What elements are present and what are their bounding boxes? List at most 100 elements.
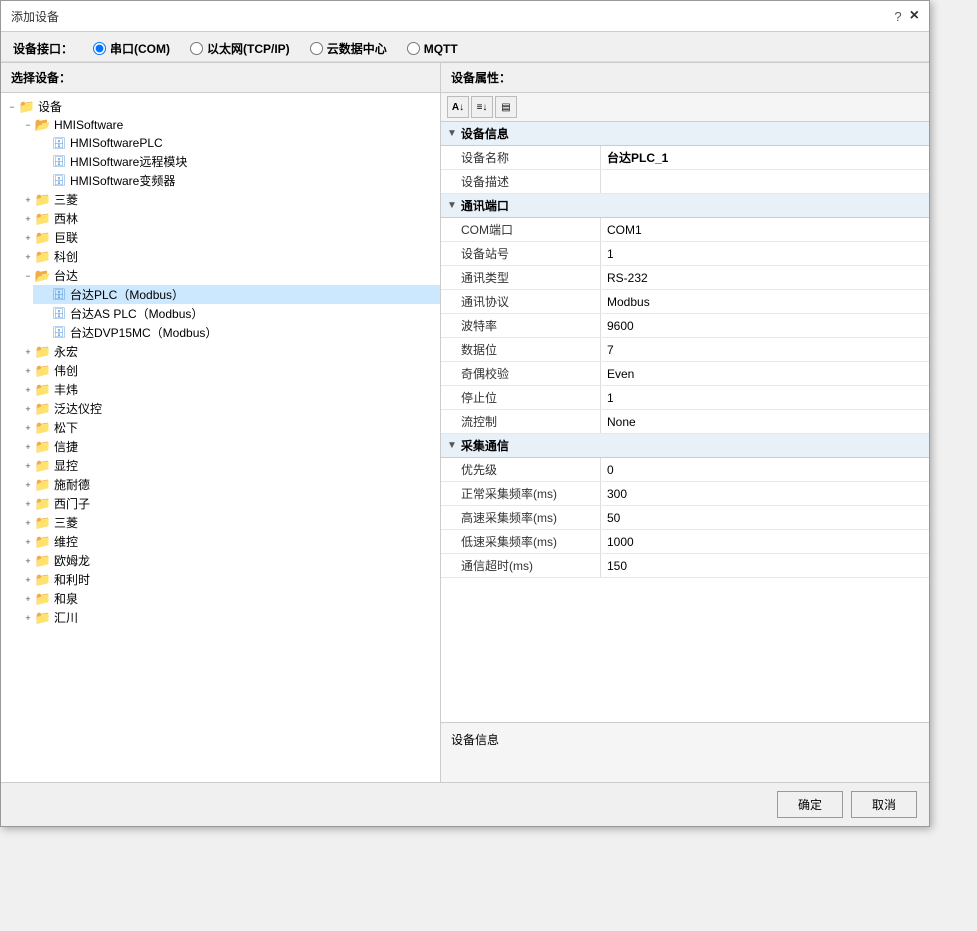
tree-label-yonghong: 永宏 [54, 343, 78, 360]
left-panel: 选择设备： − 📁 设备 − 📂 [1, 63, 441, 782]
radio-cloud[interactable]: 云数据中心 [310, 40, 387, 57]
tree-row-hmiinverter[interactable]: 🗄 HMISoftware变频器 [33, 171, 440, 190]
tree-row-taidadvp[interactable]: 🗄 台达DVP15MC（Modbus） [33, 323, 440, 342]
prop-value-normal-freq[interactable]: 300 [601, 482, 929, 505]
tree-label-hmiinverter: HMISoftware变频器 [70, 172, 175, 189]
radio-tcp[interactable]: 以太网(TCP/IP) [190, 40, 290, 57]
expander-taidaas [37, 307, 51, 321]
section-header-device-info[interactable]: ▼ 设备信息 [441, 122, 929, 146]
tree-row-julian[interactable]: + 📁 巨联 [17, 228, 440, 247]
properties-btn[interactable]: ▤ [495, 96, 517, 118]
tree-row-huchuan[interactable]: + 📁 汇川 [17, 608, 440, 627]
section-title-device-info: 设备信息 [461, 125, 509, 142]
tree-row-songxia[interactable]: + 📁 松下 [17, 418, 440, 437]
prop-value-device-desc[interactable] [601, 170, 929, 193]
radio-mqtt[interactable]: MQTT [407, 42, 458, 56]
prop-row-com-port: COM端口 COM1 [441, 218, 929, 242]
prop-value-parity[interactable]: Even [601, 362, 929, 385]
expander-hmiremote [37, 155, 51, 169]
tree-row-oulonglong[interactable]: + 📁 欧姆龙 [17, 551, 440, 570]
prop-value-comm-timeout[interactable]: 150 [601, 554, 929, 577]
tree-row-hmiplc[interactable]: 🗄 HMISoftwarePLC [33, 134, 440, 152]
prop-value-high-freq[interactable]: 50 [601, 506, 929, 529]
device-tree[interactable]: − 📁 设备 − 📂 HMISoftware [1, 93, 440, 782]
prop-value-baud-rate[interactable]: 9600 [601, 314, 929, 337]
help-button[interactable]: ? [894, 9, 901, 24]
tree-row-xilin[interactable]: + 📁 西林 [17, 209, 440, 228]
radio-tcp-label: 以太网(TCP/IP) [207, 40, 290, 57]
prop-value-stop-bits[interactable]: 1 [601, 386, 929, 409]
prop-row-data-bits: 数据位 7 [441, 338, 929, 362]
tree-row-helishi[interactable]: + 📁 和利时 [17, 570, 440, 589]
folder-icon-helishi: 📁 [35, 572, 51, 588]
tree-row-xiankong[interactable]: + 📁 显控 [17, 456, 440, 475]
prop-value-flow-control[interactable]: None [601, 410, 929, 433]
tree-row-weichuang[interactable]: + 📁 伟创 [17, 361, 440, 380]
properties-icon: ▤ [501, 102, 510, 113]
sort-alpha-btn[interactable]: A↓ [447, 96, 469, 118]
prop-value-data-bits[interactable]: 7 [601, 338, 929, 361]
prop-row-device-name: 设备名称 台达PLC_1 [441, 146, 929, 170]
prop-value-comm-protocol[interactable]: Modbus [601, 290, 929, 313]
tree-row-xinjie[interactable]: + 📁 信捷 [17, 437, 440, 456]
tree-row-hmiremote[interactable]: 🗄 HMISoftware远程模块 [33, 152, 440, 171]
folder-icon-root: 📁 [19, 99, 35, 115]
prop-value-device-name[interactable]: 台达PLC_1 [601, 146, 929, 169]
prop-key-comm-protocol: 通讯协议 [441, 290, 601, 313]
tree-row-taidaplc[interactable]: 🗄 台达PLC（Modbus） [33, 285, 440, 304]
tree-children-taida: 🗄 台达PLC（Modbus） 🗄 台达AS PLC（Modbus） [17, 285, 440, 342]
tree-row-taida[interactable]: − 📂 台达 [17, 266, 440, 285]
cancel-button[interactable]: 取消 [851, 791, 917, 818]
tree-label-hmiremote: HMISoftware远程模块 [70, 153, 187, 170]
tree-row-kechuang[interactable]: + 📁 科创 [17, 247, 440, 266]
tree-row-fengwei[interactable]: + 📁 丰炜 [17, 380, 440, 399]
collapse-icon-collect-comm: ▼ [447, 440, 457, 451]
tree-row-sanling[interactable]: + 📁 三菱 [17, 513, 440, 532]
prop-key-device-desc: 设备描述 [441, 170, 601, 193]
prop-key-parity: 奇偶校验 [441, 362, 601, 385]
device-icon-hmiremote: 🗄 [51, 154, 67, 170]
radio-com[interactable]: 串口(COM) [93, 40, 170, 57]
interface-label: 设备接口： [13, 40, 73, 57]
device-interface-bar: 设备接口： 串口(COM) 以太网(TCP/IP) 云数据中心 MQTT [1, 32, 929, 62]
tree-row-taidaas[interactable]: 🗄 台达AS PLC（Modbus） [33, 304, 440, 323]
section-title-comm-port: 通讯端口 [461, 197, 509, 214]
tree-row-hmisoftware[interactable]: − 📂 HMISoftware [17, 116, 440, 134]
close-button[interactable]: × [910, 7, 919, 25]
tree-label-xiankong: 显控 [54, 457, 78, 474]
props-table[interactable]: ▼ 设备信息 设备名称 台达PLC_1 设备描述 ▼ 通讯端口 COM端口 [441, 122, 929, 722]
props-header: 设备属性： [441, 63, 929, 93]
tree-row-ximensi[interactable]: + 📁 西门子 [17, 494, 440, 513]
prop-row-device-desc: 设备描述 [441, 170, 929, 194]
section-header-comm-port[interactable]: ▼ 通讯端口 [441, 194, 929, 218]
expander-weikong: + [21, 535, 35, 549]
tree-row-hequan[interactable]: + 📁 和泉 [17, 589, 440, 608]
tree-row-weikong[interactable]: + 📁 维控 [17, 532, 440, 551]
tree-label-taidaplc: 台达PLC（Modbus） [70, 286, 184, 303]
prop-value-comm-type[interactable]: RS-232 [601, 266, 929, 289]
folder-icon-xinjie: 📁 [35, 439, 51, 455]
section-header-collect-comm[interactable]: ▼ 采集通信 [441, 434, 929, 458]
expander-root: − [5, 100, 19, 114]
tree-row-shinaider[interactable]: + 📁 施耐德 [17, 475, 440, 494]
device-icon-taidaas: 🗄 [51, 306, 67, 322]
expander-hmiinverter [37, 174, 51, 188]
prop-value-low-freq[interactable]: 1000 [601, 530, 929, 553]
folder-icon-hmisoftware: 📂 [35, 117, 51, 133]
tree-row-yonghong[interactable]: + 📁 永宏 [17, 342, 440, 361]
folder-icon-weichuang: 📁 [35, 363, 51, 379]
prop-row-parity: 奇偶校验 Even [441, 362, 929, 386]
prop-value-com-port[interactable]: COM1 [601, 218, 929, 241]
device-icon-taidadvp: 🗄 [51, 325, 67, 341]
expander-weichuang: + [21, 364, 35, 378]
prop-value-station[interactable]: 1 [601, 242, 929, 265]
confirm-button[interactable]: 确定 [777, 791, 843, 818]
prop-key-normal-freq: 正常采集频率(ms) [441, 482, 601, 505]
tree-row-fandayikong[interactable]: + 📁 泛达仪控 [17, 399, 440, 418]
tree-row-root[interactable]: − 📁 设备 [1, 97, 440, 116]
prop-key-priority: 优先级 [441, 458, 601, 481]
tree-row-sanjie[interactable]: + 📁 三菱 [17, 190, 440, 209]
sort-category-btn[interactable]: ≡↓ [471, 96, 493, 118]
prop-value-priority[interactable]: 0 [601, 458, 929, 481]
expander-sanjie: + [21, 193, 35, 207]
